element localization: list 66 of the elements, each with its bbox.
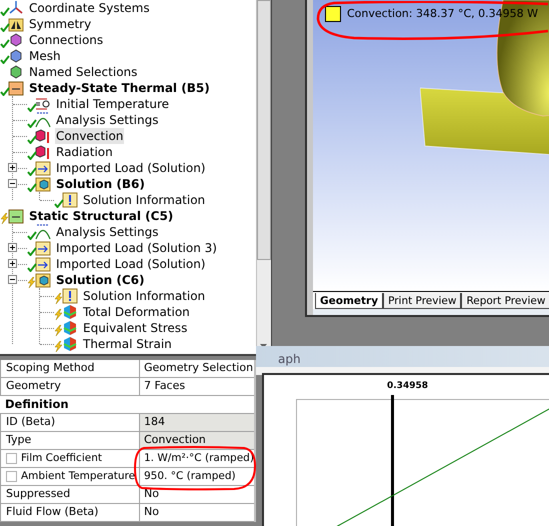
legend-label: Convection: 348.37 °C, 0.34958 W xyxy=(347,6,538,22)
folder-icon xyxy=(35,176,51,192)
property-label: Geometry xyxy=(6,378,61,394)
expand-button[interactable] xyxy=(8,259,17,268)
tree-item[interactable]: Imported Load (Solution) xyxy=(55,256,206,272)
cube-icon xyxy=(62,320,78,336)
cursor-value: 0.34958 xyxy=(387,380,428,392)
property-value: 184 xyxy=(140,414,254,431)
tree-item[interactable]: Static Structural (C5) xyxy=(28,208,174,224)
axes-icon xyxy=(8,0,24,16)
temperature-icon xyxy=(35,96,51,112)
tree-item[interactable]: Total Deformation xyxy=(82,304,191,320)
property-label: Suppressed xyxy=(6,486,70,502)
collapse-button[interactable] xyxy=(8,275,17,284)
view-tab[interactable]: Geometry xyxy=(315,293,384,309)
panel-title: aph xyxy=(278,352,301,366)
scrollbar-thumb[interactable] xyxy=(257,0,271,260)
tree-item[interactable]: Imported Load (Solution) xyxy=(55,160,206,176)
tree-item[interactable]: Solution Information xyxy=(82,288,206,304)
folder-icon xyxy=(35,272,51,288)
property-label: Scoping Method xyxy=(6,360,95,376)
parameter-checkbox[interactable] xyxy=(6,471,17,482)
tree-item[interactable]: Solution (C6) xyxy=(55,272,146,288)
collapse-button[interactable] xyxy=(8,179,17,188)
tree-item[interactable]: Analysis Settings xyxy=(55,112,160,128)
property-label: Type xyxy=(6,432,32,448)
tree-item[interactable]: Mesh xyxy=(28,48,62,64)
expand-button[interactable] xyxy=(8,243,17,252)
tree-item[interactable]: Imported Load (Solution 3) xyxy=(55,240,218,256)
cube-icon xyxy=(8,48,24,64)
tree-item[interactable]: Radiation xyxy=(55,144,114,160)
tree-item[interactable]: Coordinate Systems xyxy=(28,0,151,16)
tree-item[interactable]: Initial Temperature xyxy=(55,96,170,112)
expand-button[interactable] xyxy=(8,163,17,172)
section-header: Definition xyxy=(5,396,69,413)
tree-item[interactable]: Equivalent Stress xyxy=(82,320,188,336)
info-icon xyxy=(62,288,78,304)
tree-item[interactable]: Steady-State Thermal (B5) xyxy=(28,80,211,96)
thermometer-icon xyxy=(35,128,51,144)
tree-item[interactable]: Named Selections xyxy=(28,64,138,80)
folder-icon xyxy=(8,16,24,32)
view-tab[interactable]: Print Preview xyxy=(383,293,462,309)
curve-icon xyxy=(35,224,51,240)
property-label: ID (Beta) xyxy=(6,414,56,430)
view-tab[interactable]: Report Preview xyxy=(461,293,549,309)
property-label: Film Coefficient xyxy=(21,450,102,466)
tree-item[interactable]: Connections xyxy=(28,32,104,48)
tree-item[interactable]: Symmetry xyxy=(28,16,92,32)
thermometer-icon xyxy=(35,144,51,160)
tree-item[interactable]: Analysis Settings xyxy=(55,224,160,240)
tree-item[interactable]: Solution (B6) xyxy=(55,176,146,192)
tree-item[interactable]: Thermal Strain xyxy=(82,336,173,352)
tree-item[interactable]: Solution Information xyxy=(82,192,206,208)
parameter-checkbox[interactable] xyxy=(6,453,17,464)
property-label: Ambient Temperature xyxy=(21,468,136,484)
tree-item[interactable]: Convection xyxy=(55,128,124,144)
cube-icon xyxy=(62,304,78,320)
folder-icon xyxy=(8,208,24,224)
cube-icon xyxy=(62,336,78,352)
cube-icon xyxy=(8,32,24,48)
folder-icon xyxy=(8,80,24,96)
legend-swatch xyxy=(325,6,341,22)
info-icon xyxy=(62,192,78,208)
cube-icon xyxy=(8,64,24,80)
curve-icon xyxy=(35,112,51,128)
property-label: Fluid Flow (Beta) xyxy=(6,504,98,520)
